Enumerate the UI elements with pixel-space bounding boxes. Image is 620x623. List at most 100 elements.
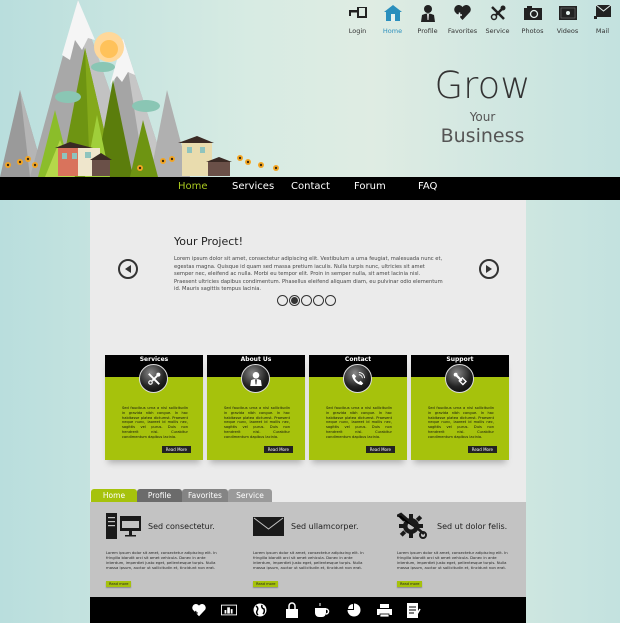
- heart-plus-icon: [453, 4, 473, 22]
- content-panel: Your Project! Lorem ipsum dolor sit amet…: [90, 200, 526, 600]
- note-icon[interactable]: [406, 602, 422, 618]
- top-icon-menu: Login Home Profile Favorites Service Pho…: [340, 4, 620, 35]
- user-icon: [249, 371, 262, 386]
- feature-title: Sed ut dolor felis.: [437, 521, 508, 531]
- read-more-button[interactable]: Read More: [365, 446, 395, 453]
- read-more-button[interactable]: Read More: [161, 446, 191, 453]
- feature-block: Sed ut dolor felis. Lorem ipsum dolor si…: [397, 512, 517, 589]
- video-icon: [558, 4, 578, 22]
- top-menu-label: Home: [382, 27, 403, 35]
- feature-title: Sed ullamcorper.: [291, 521, 359, 531]
- read-more-button[interactable]: Read More: [467, 446, 497, 453]
- card-icon-badge: [445, 364, 474, 393]
- feature-cards: Services Sed faucibus urna a nisl sollic…: [105, 355, 509, 460]
- gear-wrench-icon: [397, 512, 427, 539]
- lock-icon[interactable]: [284, 602, 300, 618]
- tab-service[interactable]: Service: [228, 489, 272, 502]
- feature-text: Lorem ipsum dolor sit amet, consectetur …: [253, 550, 364, 570]
- slider-title: Your Project!: [174, 235, 244, 248]
- home-icon: [383, 4, 403, 22]
- key-icon: [348, 4, 368, 22]
- top-menu-label: Service: [485, 27, 510, 35]
- mountain-landscape-illustration: [0, 0, 279, 177]
- slider-next-button[interactable]: [479, 259, 499, 279]
- tab-home[interactable]: Home: [91, 489, 137, 502]
- read-more-button[interactable]: Read more: [253, 581, 279, 587]
- slider-dot[interactable]: [313, 295, 324, 306]
- hero-line-1: Grow: [434, 64, 531, 107]
- read-more-button[interactable]: Read More: [263, 446, 293, 453]
- slider-prev-button[interactable]: [118, 259, 138, 279]
- camera-icon: [523, 4, 543, 22]
- feature-text: Lorem ipsum dolor sit amet, consectetur …: [106, 550, 217, 570]
- nav-services[interactable]: Services: [232, 181, 274, 192]
- tab-profile[interactable]: Profile: [137, 489, 182, 502]
- printer-icon[interactable]: [376, 602, 392, 618]
- slider-dot[interactable]: [301, 295, 312, 306]
- top-menu-label: Login: [348, 27, 367, 35]
- wrench-icon: [453, 372, 467, 386]
- top-menu-label: Favorites: [447, 27, 478, 35]
- main-nav: Home Services Contact Forum FAQ: [0, 177, 620, 200]
- feature-text: Lorem ipsum dolor sit amet, consectetur …: [397, 550, 508, 570]
- top-menu-service[interactable]: Service: [480, 4, 515, 35]
- slider-pagination: [277, 295, 336, 306]
- nav-home[interactable]: Home: [178, 181, 208, 192]
- card-text: Sed faucibus urna a nisl sollicitudin in…: [326, 406, 392, 439]
- globe-icon[interactable]: [252, 602, 268, 618]
- card-text: Sed faucibus urna a nisl sollicitudin in…: [224, 406, 290, 439]
- hero-line-2: Your: [469, 110, 496, 124]
- card-text: Sed faucibus urna a nisl sollicitudin in…: [428, 406, 494, 439]
- tab-panel: Sed consectetur. Lorem ipsum dolor sit a…: [90, 502, 526, 600]
- top-menu-home[interactable]: Home: [375, 4, 410, 35]
- top-menu-mail[interactable]: Mail: [585, 4, 620, 35]
- heart-plus-icon[interactable]: [191, 602, 207, 618]
- card-icon-badge: [241, 364, 270, 393]
- image-icon[interactable]: [221, 602, 237, 618]
- card-icon-badge: [139, 364, 168, 393]
- tab-favorites[interactable]: Favorites: [182, 489, 228, 502]
- feature-title: Sed consectetur.: [148, 521, 215, 531]
- pie-chart-icon[interactable]: [346, 602, 362, 618]
- top-menu-favorites[interactable]: Favorites: [445, 4, 480, 35]
- hero-headline: Grow Your Business: [420, 64, 545, 148]
- top-menu-label: Mail: [595, 27, 610, 35]
- nav-faq[interactable]: FAQ: [418, 181, 437, 192]
- content-tabs: Home Profile Favorites Service: [91, 489, 272, 502]
- header: Login Home Profile Favorites Service Pho…: [0, 0, 620, 177]
- slider-dot[interactable]: [277, 295, 288, 306]
- coffee-icon[interactable]: [314, 602, 330, 618]
- envelope-icon: [253, 517, 284, 536]
- mail-icon: [593, 4, 613, 22]
- arrow-right-icon: [486, 265, 492, 273]
- feature-block: Sed ullamcorper. Lorem ipsum dolor sit a…: [253, 512, 373, 589]
- user-icon: [418, 4, 438, 22]
- top-menu-profile[interactable]: Profile: [410, 4, 445, 35]
- tools-icon: [147, 372, 160, 385]
- phone-icon: [351, 371, 365, 385]
- card-text: Sed faucibus urna a nisl sollicitudin in…: [122, 406, 188, 439]
- arrow-left-icon: [125, 265, 131, 273]
- hero-line-3: Business: [440, 125, 525, 147]
- card-about-us: About Us Sed faucibus urna a nisl sollic…: [207, 355, 305, 460]
- tools-icon: [488, 4, 508, 22]
- top-menu-label: Profile: [417, 27, 438, 35]
- top-menu-photos[interactable]: Photos: [515, 4, 550, 35]
- top-menu-login[interactable]: Login: [340, 4, 375, 35]
- card-support: Support Sed faucibus urna a nisl sollici…: [411, 355, 509, 460]
- read-more-button[interactable]: Read more: [397, 581, 423, 587]
- computer-icon: [106, 513, 141, 539]
- top-menu-videos[interactable]: Videos: [550, 4, 585, 35]
- top-menu-label: Photos: [521, 27, 544, 35]
- card-icon-badge: [343, 364, 372, 393]
- slider-dot-active[interactable]: [289, 295, 300, 306]
- nav-contact[interactable]: Contact: [291, 181, 330, 192]
- top-menu-label: Videos: [556, 27, 579, 35]
- slider-dot[interactable]: [325, 295, 336, 306]
- footer-icon-bar: [90, 597, 526, 623]
- slider-text: Lorem ipsum dolor sit amet, consectetur …: [174, 256, 443, 292]
- card-services: Services Sed faucibus urna a nisl sollic…: [105, 355, 203, 460]
- card-contact: Contact Sed faucibus urna a nisl sollici…: [309, 355, 407, 460]
- nav-forum[interactable]: Forum: [354, 181, 386, 192]
- read-more-button[interactable]: Read more: [106, 581, 132, 587]
